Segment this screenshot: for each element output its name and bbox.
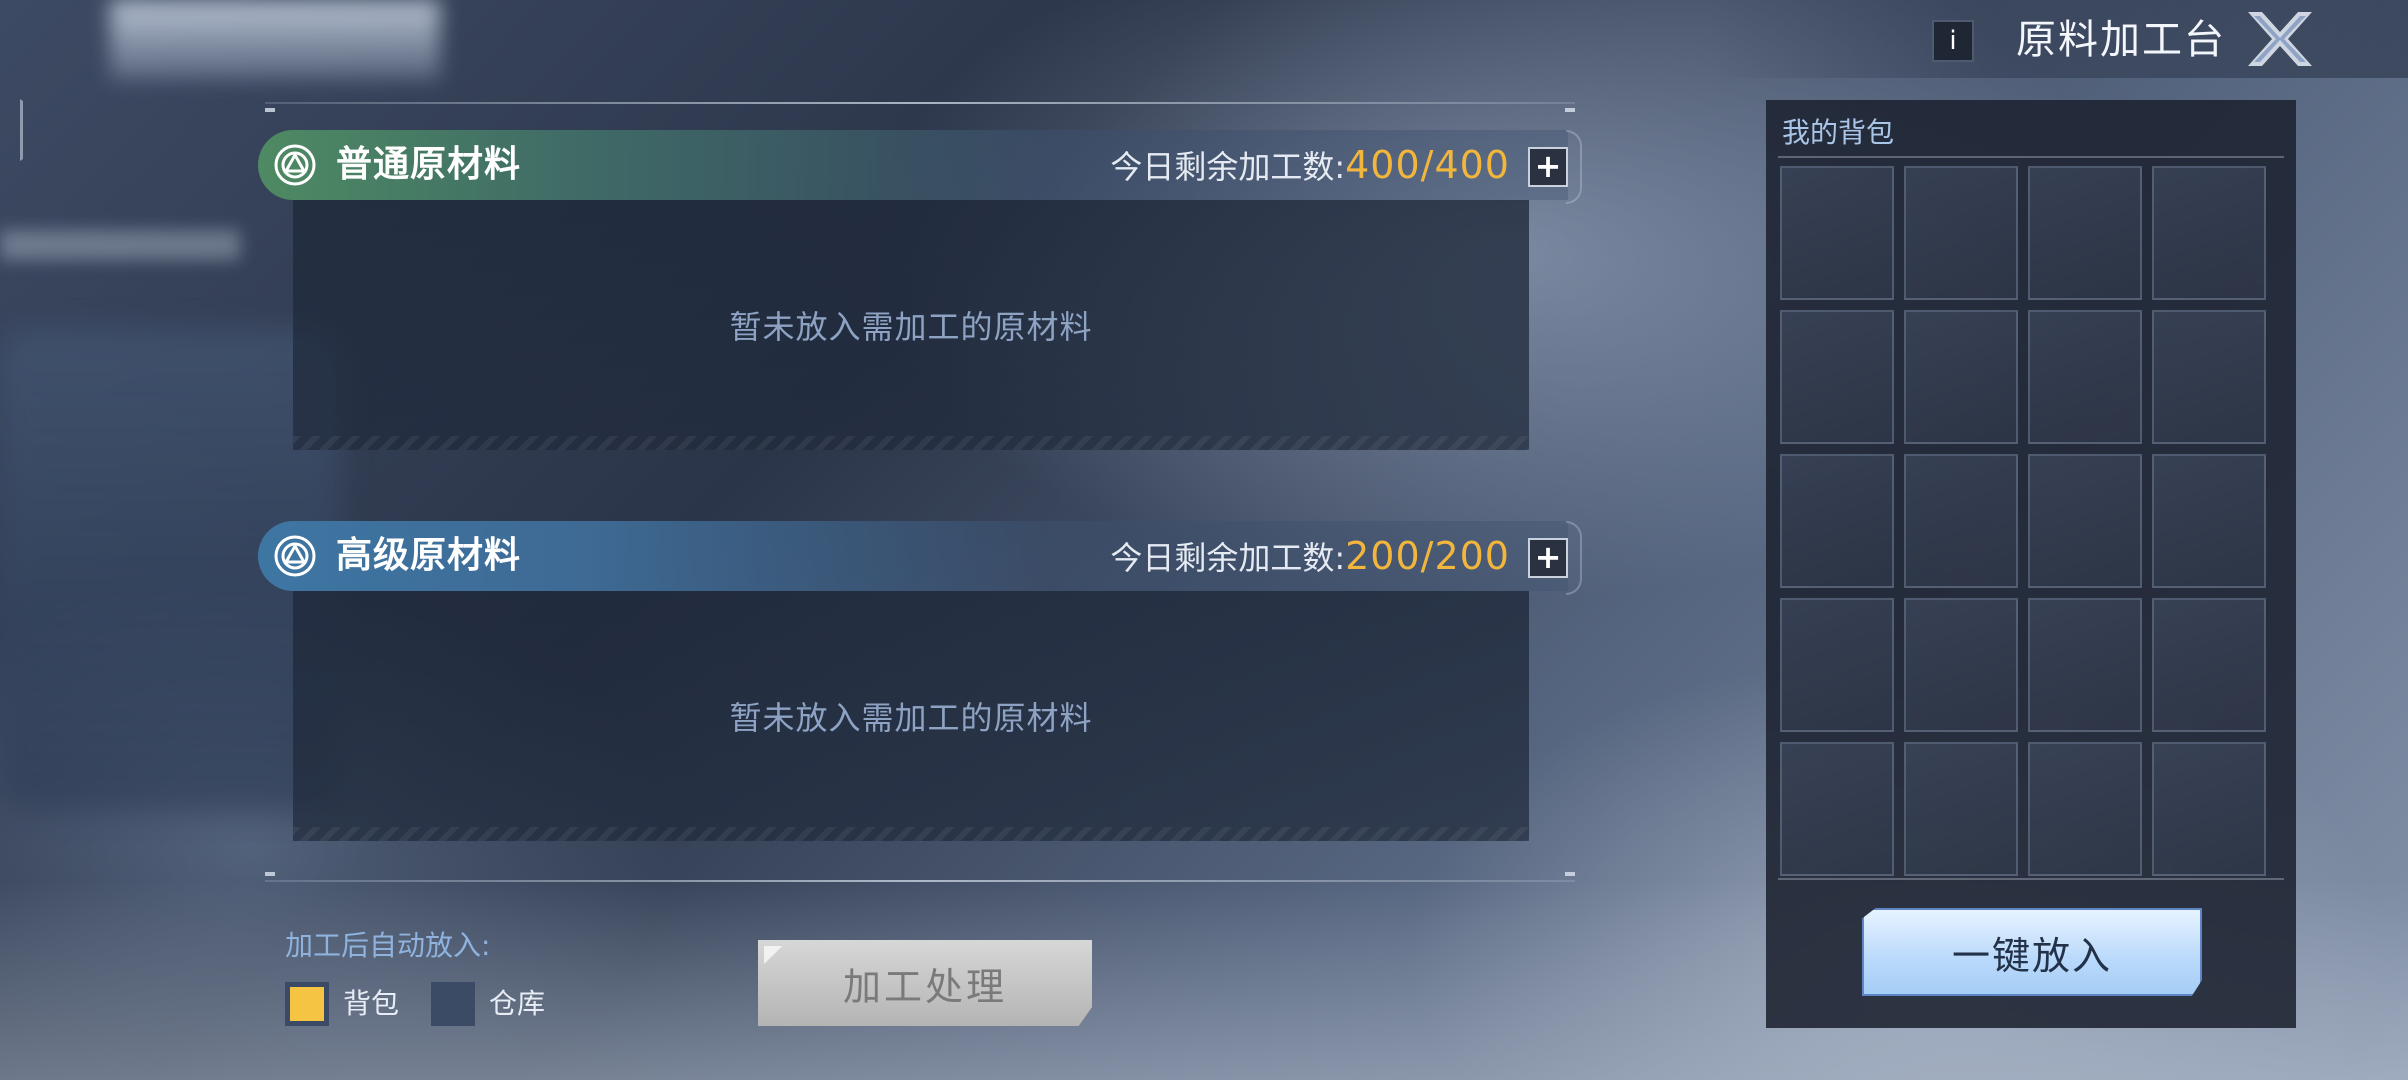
backpack-slot[interactable] bbox=[1780, 310, 1894, 444]
auto-put-backpack-option[interactable]: 背包 bbox=[285, 982, 405, 1026]
one-key-put-button[interactable]: 一键放入 bbox=[1862, 908, 2202, 996]
backpack-slot[interactable] bbox=[2028, 742, 2142, 876]
auto-put-warehouse-option[interactable]: 仓库 bbox=[431, 982, 571, 1026]
material-icon bbox=[274, 144, 316, 186]
backpack-slot[interactable] bbox=[2152, 310, 2266, 444]
backpack-slot[interactable] bbox=[1904, 742, 2018, 876]
frame-corner bbox=[1565, 108, 1575, 112]
backpack-slot[interactable] bbox=[1904, 454, 2018, 588]
process-button[interactable]: 加工处理 bbox=[758, 940, 1092, 1026]
divider bbox=[1778, 156, 2284, 158]
remaining-count: 今日剩余加工数:400/400 bbox=[1110, 140, 1510, 198]
backpack-slot[interactable] bbox=[2152, 742, 2266, 876]
remaining-value: 400/400 bbox=[1345, 143, 1510, 187]
advanced-materials-header: 高级原材料 今日剩余加工数:200/200 + bbox=[258, 521, 1582, 595]
process-button-label: 加工处理 bbox=[842, 964, 1007, 1009]
backpack-slot[interactable] bbox=[1904, 598, 2018, 732]
backpack-slot[interactable] bbox=[2028, 166, 2142, 300]
remaining-label: 今日剩余加工数: bbox=[1110, 539, 1346, 577]
background-window bbox=[110, 0, 440, 80]
backpack-panel: 我的背包 一键放入 bbox=[1766, 100, 2296, 1028]
panel-bottom-border bbox=[265, 880, 1575, 882]
zone-stripe bbox=[293, 827, 1529, 841]
game-screen: i 原料加工台 普通原材料 今日剩余加工数:400/400 + 暂未放入需加工的… bbox=[0, 0, 2408, 1080]
warehouse-checkbox[interactable] bbox=[431, 982, 475, 1026]
zone-stripe bbox=[293, 436, 1529, 450]
hexagon-decoration bbox=[0, 72, 23, 188]
background-shelf bbox=[0, 230, 240, 260]
backpack-slot[interactable] bbox=[1780, 598, 1894, 732]
option-label: 背包 bbox=[343, 987, 400, 1020]
header-end-cap bbox=[1566, 130, 1582, 204]
option-label: 仓库 bbox=[489, 987, 546, 1020]
auto-put-label: 加工后自动放入: bbox=[285, 929, 491, 962]
normal-materials-header: 普通原材料 今日剩余加工数:400/400 + bbox=[258, 130, 1582, 204]
section-title: 高级原材料 bbox=[336, 535, 522, 576]
backpack-slot[interactable] bbox=[1780, 454, 1894, 588]
backpack-slot[interactable] bbox=[2152, 166, 2266, 300]
backpack-slot[interactable] bbox=[2152, 598, 2266, 732]
empty-hint: 暂未放入需加工的原材料 bbox=[729, 308, 1093, 346]
empty-hint: 暂未放入需加工的原材料 bbox=[729, 699, 1093, 737]
frame-corner bbox=[265, 108, 275, 112]
backpack-checkbox[interactable] bbox=[285, 982, 329, 1026]
backpack-slot[interactable] bbox=[2152, 454, 2266, 588]
add-count-button[interactable]: + bbox=[1528, 147, 1568, 187]
remaining-count: 今日剩余加工数:200/200 bbox=[1110, 531, 1510, 589]
backpack-slot[interactable] bbox=[1780, 742, 1894, 876]
remaining-label: 今日剩余加工数: bbox=[1110, 148, 1346, 186]
backpack-slot[interactable] bbox=[1780, 166, 1894, 300]
backpack-slot[interactable] bbox=[2028, 454, 2142, 588]
panel-top-border bbox=[265, 102, 1575, 104]
close-button[interactable] bbox=[2240, 8, 2320, 70]
material-icon bbox=[274, 535, 316, 577]
frame-corner bbox=[1565, 872, 1575, 876]
backpack-slot[interactable] bbox=[1904, 310, 2018, 444]
page-title: 原料加工台 bbox=[2016, 17, 2226, 63]
add-count-button[interactable]: + bbox=[1528, 538, 1568, 578]
frame-corner bbox=[265, 872, 275, 876]
backpack-slot[interactable] bbox=[2028, 598, 2142, 732]
close-icon bbox=[2248, 12, 2312, 66]
section-title: 普通原材料 bbox=[336, 144, 522, 185]
normal-materials-drop-zone[interactable]: 暂未放入需加工的原材料 bbox=[293, 200, 1529, 450]
backpack-grid bbox=[1780, 166, 2272, 961]
advanced-materials-drop-zone[interactable]: 暂未放入需加工的原材料 bbox=[293, 591, 1529, 841]
backpack-slot[interactable] bbox=[2028, 310, 2142, 444]
divider bbox=[1778, 878, 2284, 880]
backpack-title: 我的背包 bbox=[1782, 116, 1895, 149]
one-key-put-label: 一键放入 bbox=[1951, 933, 2112, 978]
backpack-slot[interactable] bbox=[1904, 166, 2018, 300]
info-button[interactable]: i bbox=[1932, 20, 1974, 62]
header-end-cap bbox=[1566, 521, 1582, 595]
remaining-value: 200/200 bbox=[1345, 534, 1510, 578]
